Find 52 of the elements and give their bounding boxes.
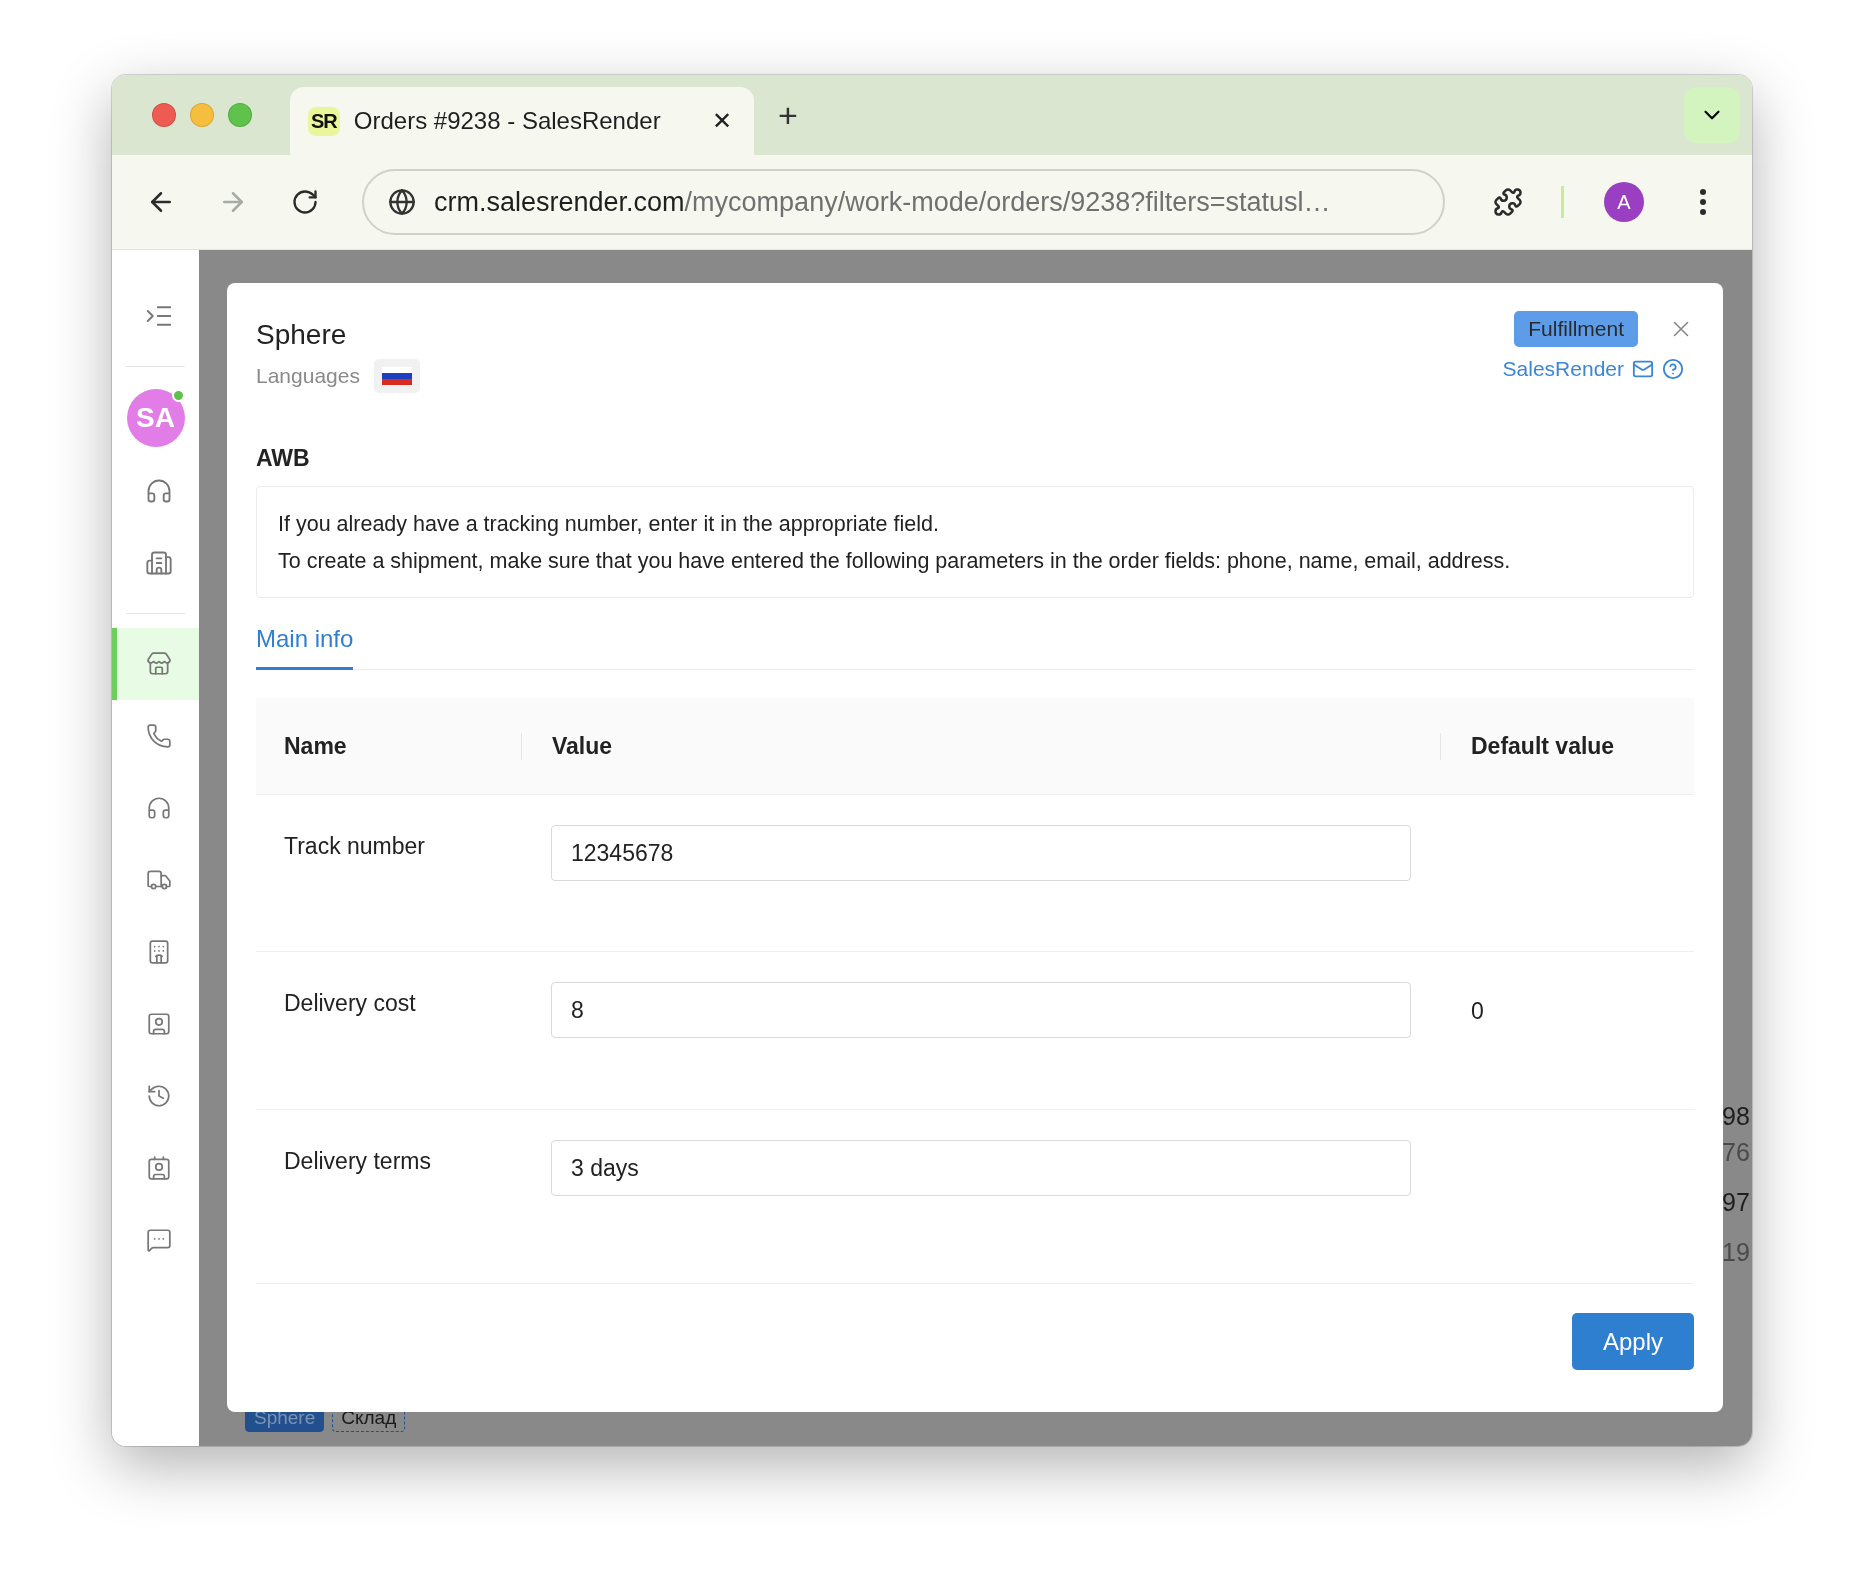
- id-card-icon: [145, 1155, 172, 1181]
- truck-icon: [145, 867, 172, 893]
- languages-label: Languages: [256, 364, 360, 388]
- background-value: 98: [1722, 1101, 1751, 1132]
- url-text: crm.salesrender.com/mycompany/work-mode/orders/9238?filters=statusl…: [434, 186, 1331, 218]
- field-name: Delivery cost: [283, 989, 417, 1017]
- field-name: Delivery terms: [283, 1147, 432, 1175]
- flag-icon: [381, 367, 412, 385]
- headphones-icon: [145, 795, 172, 821]
- address-bar[interactable]: crm.salesrender.com/mycompany/work-mode/orders/9238?filters=statusl…: [362, 169, 1445, 235]
- history-icon: [145, 1083, 172, 1109]
- tab-title: Orders #9238 - SalesRender: [353, 107, 662, 135]
- salesrender-link[interactable]: SalesRender: [1502, 357, 1624, 381]
- value-field[interactable]: 3 days: [551, 1140, 1411, 1196]
- info-text: To create a shipment, make sure that you have entered the following parameters in the order fields: phone, name, email, address.: [278, 549, 1512, 574]
- building-icon: [144, 549, 173, 577]
- phone-icon: [145, 723, 172, 749]
- tab-close-button[interactable]: ✕: [708, 107, 736, 135]
- background-value: 76: [1722, 1137, 1751, 1168]
- mail-icon[interactable]: [1632, 358, 1654, 380]
- dialog-title: Sphere: [256, 319, 348, 351]
- chat-icon: [145, 1227, 172, 1253]
- globe-icon: [388, 188, 416, 216]
- field-name: Track number: [283, 832, 427, 860]
- tab[interactable]: Main info: [256, 615, 354, 670]
- profile-avatar[interactable]: A: [1604, 182, 1644, 222]
- close-window-icon[interactable]: [152, 103, 176, 127]
- store-icon: [145, 651, 172, 677]
- favicon: SR: [308, 106, 340, 136]
- value-field[interactable]: 12345678: [551, 825, 1411, 881]
- column-header: Default value: [1440, 732, 1694, 760]
- maximize-window-icon[interactable]: [228, 103, 252, 127]
- background-value: 97: [1722, 1187, 1751, 1218]
- user-card-icon: [145, 1011, 172, 1037]
- background-value: 19: [1722, 1237, 1751, 1268]
- flag-button[interactable]: [373, 359, 420, 393]
- fulfillment-badge: Fulfillment: [1514, 311, 1638, 347]
- column-header: Name: [283, 732, 348, 760]
- section-title: AWB: [256, 445, 311, 472]
- info-text: If you already have a tracking number, enter it in the appropriate field.: [278, 512, 940, 537]
- puzzle-icon: [1493, 187, 1523, 217]
- minimize-window-icon[interactable]: [190, 103, 214, 127]
- new-tab-button[interactable]: +: [766, 95, 810, 135]
- reload-icon: [291, 188, 319, 216]
- default-value: 0: [1470, 997, 1485, 1025]
- column-header: Value: [521, 732, 1440, 760]
- value-field[interactable]: 8: [551, 982, 1411, 1038]
- store-button[interactable]: [112, 628, 199, 700]
- help-icon[interactable]: [1662, 358, 1684, 380]
- browser-tab[interactable]: SR Orders #9238 - SalesRender ✕: [290, 87, 754, 155]
- kebab-menu-icon: [1700, 189, 1706, 215]
- apply-button[interactable]: Apply: [1572, 1313, 1694, 1370]
